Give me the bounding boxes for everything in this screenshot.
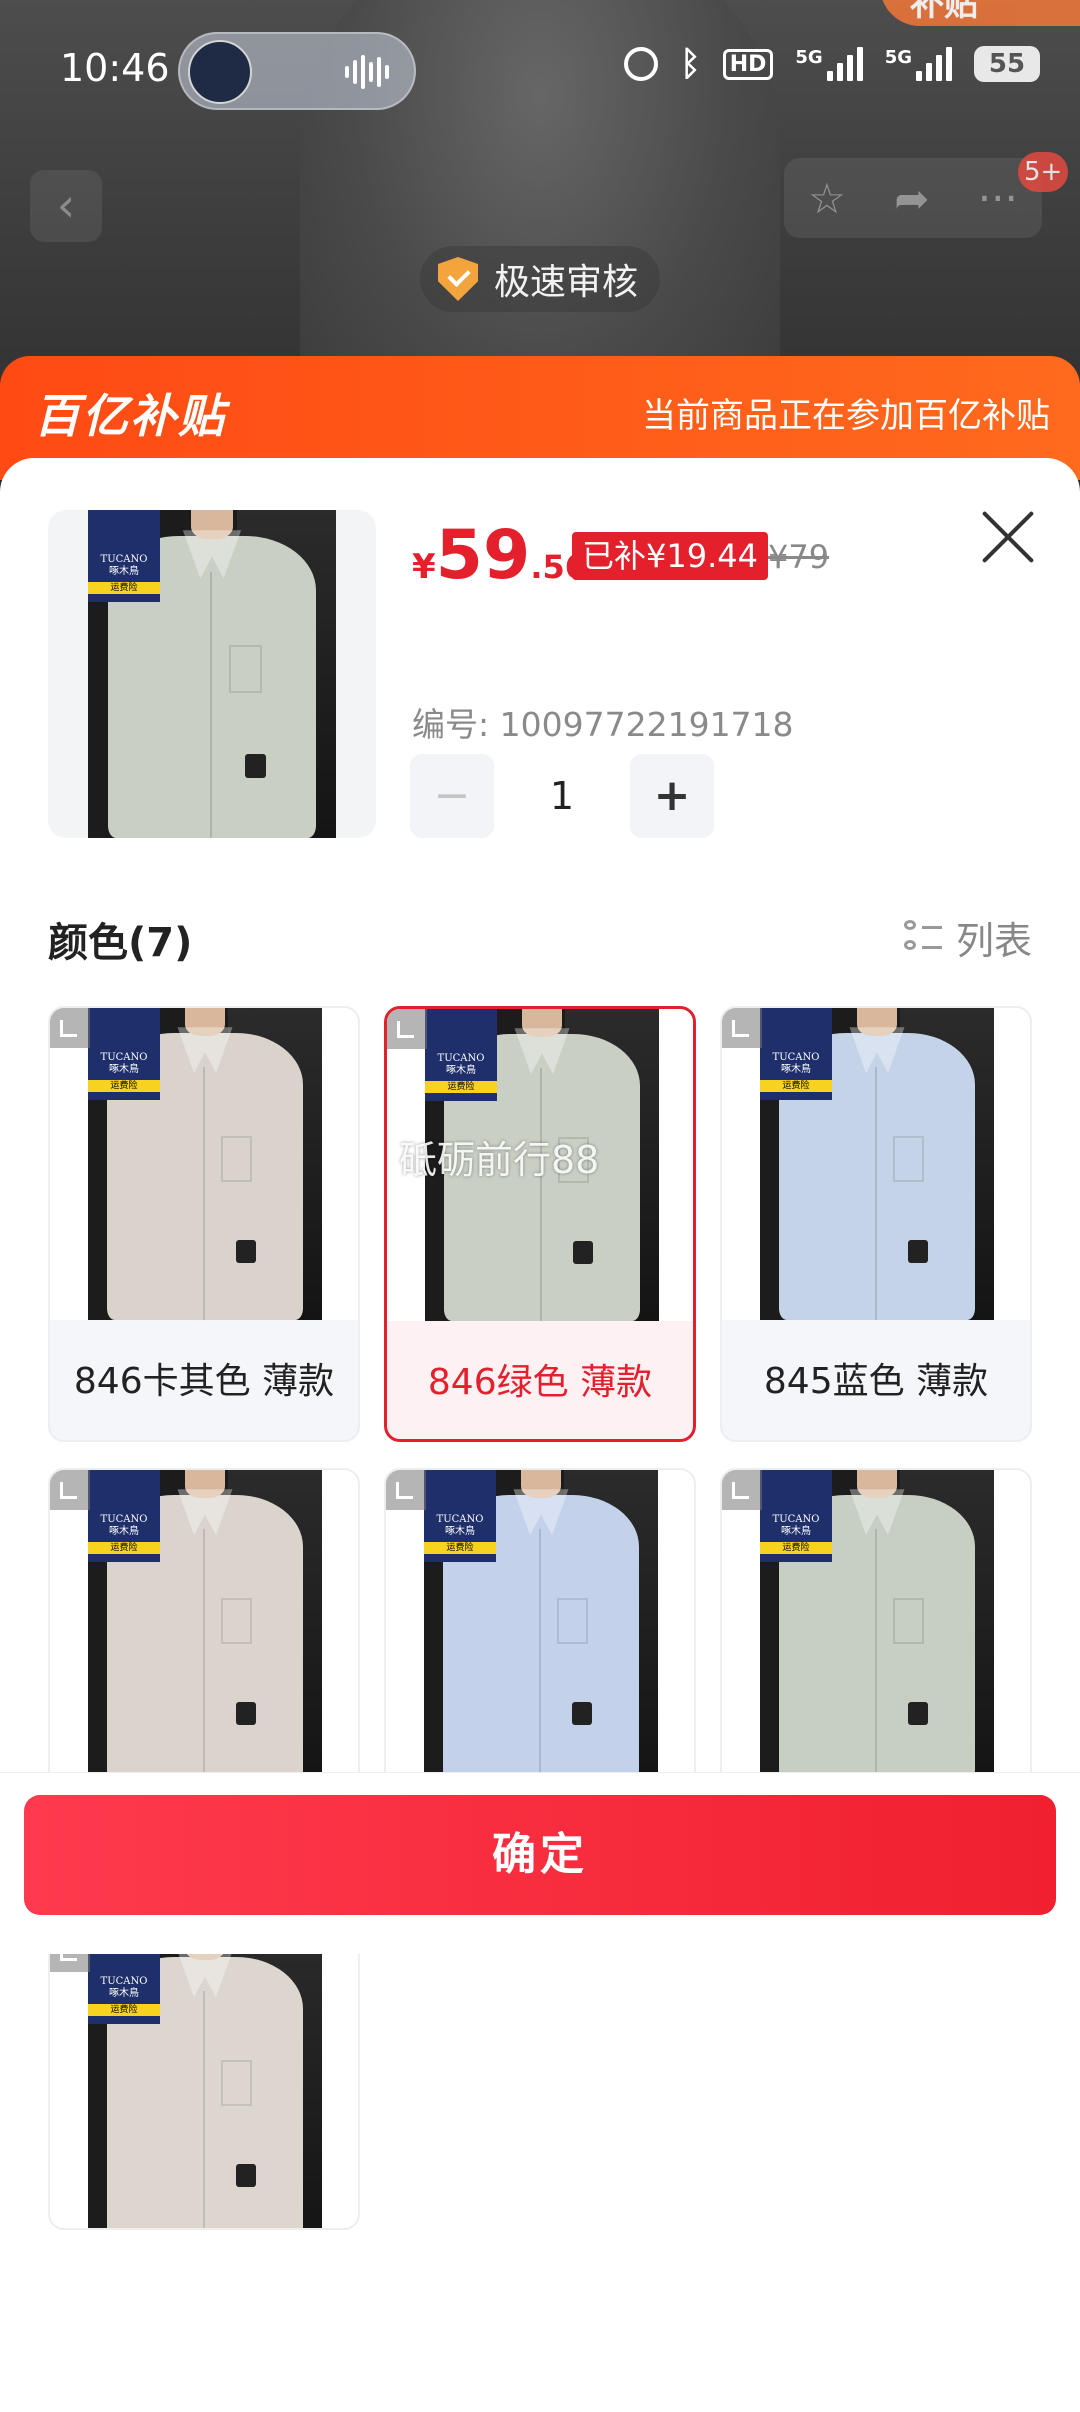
- color-option-image: TUCANO 啄木鳥 运费险: [722, 1008, 1030, 1320]
- selected-sku-thumbnail[interactable]: TUCANO 啄木鳥 运费险: [48, 510, 376, 838]
- hd-label: HD: [722, 48, 774, 80]
- brand-logo: TUCANO 啄木鳥 运费险: [88, 1470, 160, 1562]
- color-option-label: 846卡其色 薄款: [73, 1361, 335, 1402]
- color-option[interactable]: TUCANO 啄木鳥 运费险 845蓝色 薄款: [720, 1006, 1032, 1442]
- signal-icon-1: 5G: [795, 47, 863, 81]
- brand-logo: TUCANO 啄木鳥 运费险: [425, 1009, 497, 1101]
- brand-logo: TUCANO 啄木鳥 运费险: [88, 1008, 160, 1100]
- status-time: 10:46: [60, 46, 170, 90]
- media-island[interactable]: [178, 32, 416, 110]
- confirm-button[interactable]: 确定: [24, 1795, 1056, 1915]
- color-option-image: TUCANO 啄木鳥 运费险: [50, 1932, 358, 2228]
- subsidy-amount-tag: 已补¥19.44: [572, 532, 768, 580]
- status-bar: 10:46 ᛒ HD 5G 5G 55: [0, 0, 1080, 140]
- expand-icon[interactable]: [50, 1470, 90, 1510]
- close-icon[interactable]: [976, 506, 1038, 568]
- fast-review-badge: 极速审核: [420, 246, 661, 312]
- list-view-label: 列表: [955, 919, 1032, 963]
- quantity-stepper: − 1 +: [410, 754, 714, 840]
- brand-logo: TUCANO 啄木鳥 运费险: [424, 1470, 496, 1562]
- expand-icon[interactable]: [722, 1470, 762, 1510]
- price: ¥ 59 .56: [412, 516, 587, 595]
- audio-wave-icon: [345, 54, 395, 90]
- media-cover-icon: [188, 40, 252, 104]
- color-option-label: 846绿色 薄款: [427, 1362, 653, 1403]
- color-option[interactable]: TUCANO 啄木鳥 运费险砥砺前行88 846绿色 薄款: [384, 1006, 696, 1442]
- brand-logo: TUCANO 啄木鳥 运费险: [88, 510, 160, 602]
- price-integer: 59: [435, 516, 531, 595]
- color-option-image: TUCANO 啄木鳥 运费险砥砺前行88: [387, 1009, 693, 1321]
- expand-icon[interactable]: [387, 1009, 427, 1049]
- background-action-bar: ☆ ➦ ···: [784, 158, 1042, 238]
- original-price: ¥79: [768, 538, 830, 576]
- color-option-image: TUCANO 啄木鳥 运费险: [50, 1470, 358, 1782]
- battery-indicator: 55: [974, 46, 1040, 82]
- net-label-2: 5G: [884, 47, 912, 68]
- brand-logo: TUCANO 啄木鳥 运费险: [760, 1008, 832, 1100]
- list-icon: [903, 918, 944, 958]
- expand-icon[interactable]: [50, 1008, 90, 1048]
- alarm-icon: [624, 47, 659, 81]
- status-icons: ᛒ HD 5G 5G 55: [624, 44, 1040, 84]
- color-option[interactable]: TUCANO 啄木鳥 运费险: [48, 1930, 360, 2230]
- notification-badge: 5+: [1018, 152, 1069, 192]
- more-icon[interactable]: ···: [978, 174, 1018, 223]
- decrease-quantity-button[interactable]: −: [410, 754, 494, 838]
- watermark-text: 砥砺前行88: [399, 1138, 600, 1182]
- expand-icon[interactable]: [722, 1008, 762, 1048]
- net-label-1: 5G: [795, 47, 823, 68]
- color-option[interactable]: TUCANO 啄木鳥 运费险 846卡其色 薄款: [48, 1006, 360, 1442]
- color-section-title: 颜色(7): [48, 920, 193, 966]
- subsidy-message: 当前商品正在参加百亿补贴: [642, 396, 1050, 436]
- subsidy-logo: 百亿补贴: [34, 389, 226, 443]
- product-photo: TUCANO 啄木鳥 运费险: [88, 510, 336, 838]
- sku-number: 编号: 10097722191718: [412, 705, 794, 744]
- share-icon[interactable]: ➦: [894, 174, 929, 223]
- quantity-value[interactable]: 1: [494, 754, 630, 838]
- color-option-image: TUCANO 啄木鳥 运费险: [50, 1008, 358, 1320]
- increase-quantity-button[interactable]: +: [630, 754, 714, 838]
- list-view-toggle[interactable]: 列表: [903, 910, 1032, 965]
- star-icon[interactable]: ☆: [808, 174, 846, 223]
- brand-logo: TUCANO 啄木鳥 运费险: [760, 1470, 832, 1562]
- color-option-label: 845蓝色 薄款: [763, 1361, 989, 1402]
- sku-selector-sheet: TUCANO 啄木鳥 运费险 ¥ 59 .56 已补¥19.44 ¥79 编号: 1…: [0, 458, 1080, 2412]
- signal-icon-2: 5G: [885, 47, 952, 81]
- back-icon[interactable]: ‹: [30, 170, 102, 242]
- price-currency: ¥: [412, 547, 436, 587]
- bottom-action-bar: 确定: [0, 1772, 1080, 1954]
- bluetooth-icon: ᛒ: [680, 44, 701, 84]
- color-option-image: TUCANO 啄木鳥 运费险: [386, 1470, 694, 1782]
- shield-check-icon: [438, 257, 478, 301]
- color-option-image: TUCANO 啄木鳥 运费险: [722, 1470, 1030, 1782]
- fast-review-label: 极速审核: [494, 262, 639, 303]
- expand-icon[interactable]: [386, 1470, 426, 1510]
